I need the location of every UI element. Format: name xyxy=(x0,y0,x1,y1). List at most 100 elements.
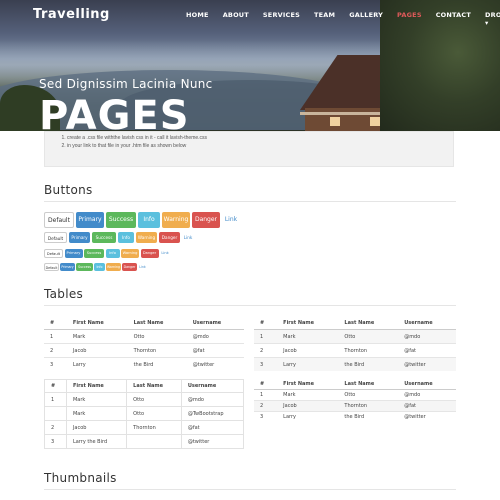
basic-table: # First Name Last Name Username 1 Mark Otto @md… xyxy=(44,317,244,371)
danger-button[interactable]: Danger xyxy=(140,249,159,258)
info-button[interactable]: Info xyxy=(94,263,105,271)
hover-table: # First Name Last Name Username 1 Mark Otto @md… xyxy=(254,379,456,422)
button-row: Default Primary Success Info Warning Danger Li… xyxy=(44,249,172,258)
table-row: 1 Mark Otto @mdo xyxy=(44,392,245,407)
link-button[interactable]: Link xyxy=(138,263,147,271)
info-button[interactable]: Info xyxy=(105,249,120,258)
table-row: 2 Jacob Thornton @fat xyxy=(254,400,456,412)
divider xyxy=(44,489,456,490)
table-cell: Larry xyxy=(277,411,339,422)
nav-item-home[interactable]: HOME xyxy=(186,11,209,27)
column-header: # xyxy=(44,317,67,330)
success-button[interactable]: Success xyxy=(106,212,136,228)
table-row: 2 Jacob Thornton @fat xyxy=(44,420,245,435)
table-cell: 1 xyxy=(44,329,67,344)
table-row: 3 Larry the Bird @twitter xyxy=(44,434,245,449)
info-button[interactable]: Info xyxy=(118,232,134,243)
table-cell: Jacob xyxy=(277,343,339,358)
nav-item-about[interactable]: ABOUT xyxy=(223,11,249,27)
default-button[interactable]: Default xyxy=(44,212,74,228)
table-cell: 3 xyxy=(254,411,278,422)
table-row: 3 Larry the Bird @twitter xyxy=(254,357,456,371)
table-cell: @mdo xyxy=(398,329,456,344)
column-header: Username xyxy=(180,379,245,393)
table-cell: Mark xyxy=(65,406,128,421)
table-cell: Mark xyxy=(277,389,339,401)
primary-button[interactable]: Primary xyxy=(64,249,83,258)
nav-item-dropdown[interactable]: DROPDOWN ▾ xyxy=(485,11,500,27)
table-cell: 1 xyxy=(254,389,278,401)
warning-button[interactable]: Warning xyxy=(106,263,121,271)
brand-logo[interactable]: Travelling xyxy=(33,7,110,22)
table-cell: @fat xyxy=(398,400,456,412)
danger-button[interactable]: Danger xyxy=(192,212,220,228)
main-nav: HOME ABOUT SERVICES TEAM GALLERY PAGES CONTACT… xyxy=(186,11,500,27)
nav-item-team[interactable]: TEAM xyxy=(314,11,335,27)
instruction-item: in your link to that file in your .htm f… xyxy=(67,142,453,150)
table-cell: the Bird xyxy=(338,357,399,371)
column-header: Username xyxy=(186,317,244,330)
table-cell: @twitter xyxy=(186,357,244,371)
nav-item-pages[interactable]: PAGES xyxy=(397,11,422,27)
link-button[interactable]: Link xyxy=(222,212,240,228)
primary-button[interactable]: Primary xyxy=(60,263,75,271)
default-button[interactable]: Default xyxy=(44,232,67,243)
striped-table: # First Name Last Name Username 1 Mark Otto @md… xyxy=(254,317,456,371)
success-button[interactable]: Success xyxy=(92,232,116,243)
table-cell: Otto xyxy=(338,329,399,344)
warning-button[interactable]: Warning xyxy=(136,232,157,243)
column-header: Last Name xyxy=(126,379,182,393)
column-header: First Name xyxy=(65,379,128,393)
section-title-buttons: Buttons xyxy=(44,183,93,197)
table-row: 1 Mark Otto @mdo xyxy=(44,329,244,344)
table-cell: @mdo xyxy=(186,329,244,344)
danger-button[interactable]: Danger xyxy=(159,232,180,243)
nav-item-gallery[interactable]: GALLERY xyxy=(349,11,383,27)
success-button[interactable]: Success xyxy=(84,249,104,258)
section-title-tables: Tables xyxy=(44,287,84,301)
primary-button[interactable]: Primary xyxy=(69,232,90,243)
house-window xyxy=(370,117,380,126)
button-row: Default Primary Success Info Warning Danger Li… xyxy=(44,263,148,271)
table-cell: @fat xyxy=(180,420,245,435)
divider xyxy=(44,201,456,202)
hero-banner: Travelling HOME ABOUT SERVICES TEAM GALLERY P… xyxy=(0,0,500,131)
column-header: Last Name xyxy=(338,379,399,390)
page-title: PAGES xyxy=(39,93,190,131)
table-cell: 3 xyxy=(44,357,67,371)
link-button[interactable]: Link xyxy=(160,249,170,258)
table-cell: Jacob xyxy=(66,343,128,358)
button-row: Default Primary Success Info Warning Danger Li… xyxy=(44,212,242,228)
danger-button[interactable]: Danger xyxy=(122,263,137,271)
table-row: 2 Jacob Thornton @fat xyxy=(44,343,244,358)
divider xyxy=(44,305,456,306)
table-cell: Otto xyxy=(127,329,187,344)
table-cell: 1 xyxy=(254,329,278,344)
column-header: Last Name xyxy=(127,317,187,330)
hero-subtitle: Sed Dignissim Lacinia Nunc xyxy=(39,77,213,91)
default-button[interactable]: Default xyxy=(44,249,63,258)
link-button[interactable]: Link xyxy=(182,232,194,243)
nav-item-contact[interactable]: CONTACT xyxy=(436,11,471,27)
instructions-box: create a .css file withthe lavish css in… xyxy=(44,131,454,167)
table-cell: @fat xyxy=(186,343,244,358)
success-button[interactable]: Success xyxy=(76,263,93,271)
table-cell: the Bird xyxy=(127,357,187,371)
table-cell: Larry xyxy=(277,357,339,371)
table-cell xyxy=(126,434,182,449)
info-button[interactable]: Info xyxy=(138,212,160,228)
table-cell: @TwBootstrap xyxy=(180,406,245,421)
column-header: First Name xyxy=(66,317,128,330)
table-cell: Otto xyxy=(338,389,399,401)
table-cell: @twitter xyxy=(398,411,456,422)
table-cell: Thornton xyxy=(338,400,399,412)
bordered-table: # First Name Last Name Username 1 Mark Otto @md… xyxy=(44,379,245,449)
table-cell: @mdo xyxy=(398,389,456,401)
default-button[interactable]: Default xyxy=(44,263,59,271)
house-window xyxy=(330,117,340,126)
table-cell: 3 xyxy=(44,434,67,449)
primary-button[interactable]: Primary xyxy=(76,212,104,228)
warning-button[interactable]: Warning xyxy=(162,212,190,228)
warning-button[interactable]: Warning xyxy=(121,249,139,258)
nav-item-services[interactable]: SERVICES xyxy=(263,11,300,27)
